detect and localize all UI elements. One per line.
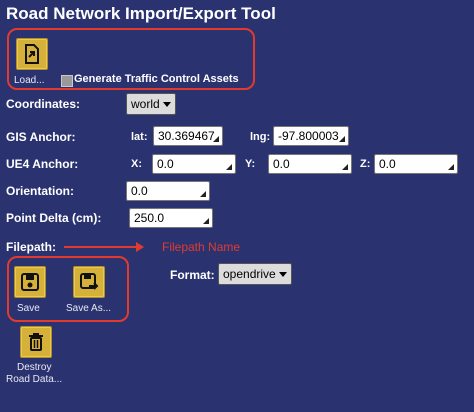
- save-icon: [21, 273, 39, 291]
- save-as-label: Save As...: [66, 303, 112, 314]
- load-button[interactable]: [16, 38, 48, 70]
- z-label: Z:: [360, 158, 371, 170]
- format-value: opendrive: [223, 267, 276, 281]
- lng-field[interactable]: -97.800003: [273, 126, 349, 146]
- coordinates-label: Coordinates:: [6, 97, 81, 111]
- x-value: 0.0: [157, 157, 174, 171]
- orientation-label: Orientation:: [6, 184, 74, 198]
- lat-label: lat:: [131, 131, 148, 143]
- orientation-field[interactable]: 0.0: [126, 181, 210, 201]
- save-label: Save: [17, 303, 40, 314]
- gis-anchor-label: GIS Anchor:: [6, 130, 76, 144]
- y-field[interactable]: 0.0: [268, 154, 352, 174]
- lng-label: lng:: [250, 131, 271, 143]
- destroy-button[interactable]: [20, 326, 52, 358]
- format-label: Format:: [170, 268, 215, 282]
- resize-grip-icon: [226, 164, 232, 170]
- window-title: Road Network Import/Export Tool: [6, 4, 276, 23]
- traffic-checkbox[interactable]: [61, 75, 73, 87]
- resize-grip-icon: [200, 191, 206, 197]
- destroy-label-line1: Destroy: [17, 362, 52, 373]
- chevron-down-icon: [162, 102, 171, 108]
- trash-icon: [29, 333, 43, 351]
- resize-grip-icon: [342, 164, 348, 170]
- resize-grip-icon: [213, 136, 219, 142]
- format-dropdown[interactable]: opendrive: [218, 263, 292, 285]
- load-label: Load...: [14, 75, 45, 86]
- coordinates-value: world: [131, 97, 160, 111]
- save-as-button[interactable]: [73, 266, 105, 298]
- lat-field[interactable]: 30.369467: [153, 126, 223, 146]
- z-field[interactable]: 0.0: [374, 154, 458, 174]
- point-delta-label: Point Delta (cm):: [6, 211, 102, 225]
- save-button[interactable]: [14, 266, 46, 298]
- save-as-icon: [80, 273, 99, 290]
- destroy-label-line2: Road Data...: [6, 374, 63, 385]
- ue4-anchor-label: UE4 Anchor:: [6, 157, 79, 171]
- lng-value: -97.800003: [278, 129, 339, 143]
- resize-grip-icon: [339, 136, 345, 142]
- resize-grip-icon: [203, 218, 209, 224]
- point-delta-value: 250.0: [134, 211, 165, 225]
- lat-value: 30.369467: [158, 129, 215, 143]
- traffic-label: Generate Traffic Control Assets: [74, 73, 239, 85]
- z-value: 0.0: [379, 157, 396, 171]
- load-file-icon: [25, 44, 39, 64]
- point-delta-field[interactable]: 250.0: [129, 208, 213, 228]
- filepath-label: Filepath:: [6, 240, 56, 254]
- coordinates-dropdown[interactable]: world: [126, 93, 176, 115]
- orientation-value: 0.0: [131, 184, 148, 198]
- x-label: X:: [131, 158, 142, 170]
- resize-grip-icon: [448, 164, 454, 170]
- filepath-annotation: Filepath Name: [162, 240, 241, 254]
- x-field[interactable]: 0.0: [152, 154, 236, 174]
- chevron-down-icon: [278, 272, 287, 278]
- y-label: Y:: [245, 158, 256, 170]
- y-value: 0.0: [273, 157, 290, 171]
- arrow-right-icon: [64, 242, 144, 252]
